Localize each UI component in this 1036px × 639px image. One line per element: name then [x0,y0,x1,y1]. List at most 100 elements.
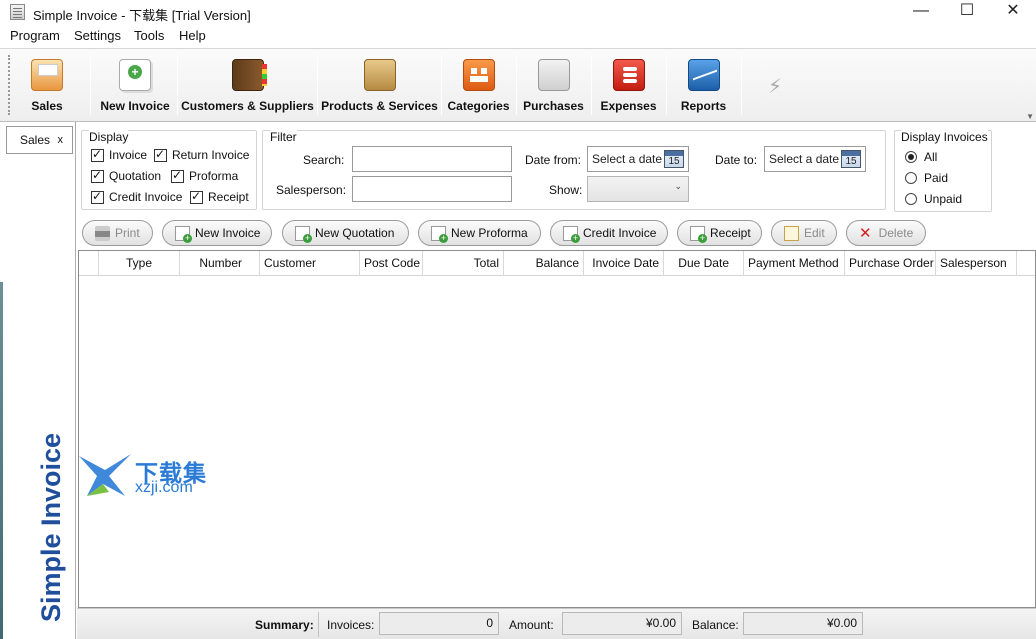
toolbar-new-invoice-label: New Invoice [100,99,170,113]
toolbar-separator [177,55,178,115]
menu-help[interactable]: Help [179,28,206,43]
filter-group: Filter Search: Salesperson: Date from: S… [262,130,886,210]
checkbox-return-invoice[interactable]: Return Invoice [154,147,250,162]
column-payment-method[interactable]: Payment Method [744,251,845,276]
left-panel: Sales x Simple Invoice [0,122,76,639]
menu-tools[interactable]: Tools [134,28,164,43]
checkbox-return-invoice-label: Return Invoice [172,148,250,162]
delete-label: Delete [878,226,914,240]
receipt-button[interactable]: Receipt [677,220,762,246]
radio-unpaid[interactable]: Unpaid [905,192,962,206]
radio-paid[interactable]: Paid [905,171,948,185]
toolbar-products-services-button[interactable]: Products & Services [321,53,438,117]
menu-settings[interactable]: Settings [74,28,121,43]
credit-invoice-label: Credit Invoice [583,226,657,240]
toolbar-categories-label: Categories [447,99,510,113]
radio-icon [905,193,917,205]
toolbar-overflow-icon[interactable]: ▼ [1026,112,1034,121]
checkbox-proforma[interactable]: Proforma [171,168,238,183]
maximize-button[interactable]: ☐ [944,0,990,24]
toolbar-new-invoice-button[interactable]: New Invoice [96,53,174,117]
summary-label: Summary: [255,618,314,632]
toolbar-sales-button[interactable]: Sales [14,53,80,117]
edit-button[interactable]: Edit [771,220,837,246]
toolbar-customers-label: Customers & Suppliers [181,99,314,113]
checkbox-receipt[interactable]: Receipt [190,189,249,204]
balance-value: ¥0.00 [743,612,863,635]
tab-sales-label: Sales [20,133,51,147]
column-invoice-date[interactable]: Invoice Date [584,251,664,276]
toolbar-separator [441,55,442,115]
radio-all[interactable]: All [905,150,937,164]
radio-unpaid-label: Unpaid [924,192,963,206]
toolbar-expenses-button[interactable]: Expenses [596,53,661,117]
add-document-icon [690,225,707,243]
toolbar-purchases-button[interactable]: Purchases [520,53,587,117]
toolbar-separator [516,55,517,115]
grid-header: Type Number Customer Post Code Total Bal… [79,251,1035,276]
salesperson-input[interactable] [352,176,512,202]
calendar-icon[interactable]: 15 [664,150,684,168]
new-quotation-label: New Quotation [315,226,395,240]
date-from-picker[interactable]: Select a date 15 [587,146,689,172]
search-label: Search: [303,153,345,167]
column-due-date[interactable]: Due Date [664,251,744,276]
watermark-url: xzji.com [135,479,193,496]
radio-paid-label: Paid [924,171,949,185]
toolbar-grip[interactable] [8,55,11,115]
checkbox-quotation[interactable]: Quotation [91,168,162,183]
coins-icon [612,59,645,91]
window-title: Simple Invoice - 下载集 [Trial Version] [33,8,251,23]
new-invoice-label: New Invoice [195,226,261,240]
search-input[interactable] [352,146,512,172]
invoice-grid[interactable]: Type Number Customer Post Code Total Bal… [78,250,1036,608]
display-legend: Display [89,130,129,144]
main-toolbar: Sales New Invoice Customers & Suppliers … [0,48,1036,122]
minimize-button[interactable]: — [898,0,944,24]
toolbar-separator [90,55,91,115]
column-type[interactable]: Type [99,251,180,276]
tab-sales[interactable]: Sales x [6,126,73,154]
show-dropdown[interactable]: ⌄ [587,176,689,202]
new-proforma-label: New Proforma [451,226,528,240]
calendar-icon[interactable]: 15 [841,150,861,168]
new-invoice-button[interactable]: New Invoice [162,220,272,246]
invoices-count-value: 0 [379,612,499,635]
column-balance[interactable]: Balance [504,251,584,276]
checkbox-quotation-label: Quotation [109,169,162,183]
column-total[interactable]: Total [423,251,504,276]
sales-icon [31,59,63,91]
sales-main-area: Display Invoice Return Invoice Quotation… [77,122,1036,639]
checkbox-invoice[interactable]: Invoice [91,147,147,162]
column-purchase-order[interactable]: Purchase Order [845,251,936,276]
edit-label: Edit [804,226,825,240]
new-quotation-button[interactable]: New Quotation [282,220,409,246]
delete-button[interactable]: ✕ Delete [846,220,926,246]
menu-program[interactable]: Program [10,28,60,43]
column-salesperson[interactable]: Salesperson [936,251,1017,276]
grid-row-header [79,251,99,276]
left-edge-strip [0,282,3,639]
vertical-logo: Simple Invoice [36,432,66,622]
column-post-code[interactable]: Post Code [360,251,423,276]
print-button[interactable]: Print [82,220,153,246]
column-number[interactable]: Number [180,251,260,276]
printer-icon [95,225,110,241]
date-to-picker[interactable]: Select a date 15 [764,146,866,172]
radio-icon [905,172,917,184]
checkbox-receipt-label: Receipt [208,190,249,204]
checkbox-credit-invoice[interactable]: Credit Invoice [91,189,182,204]
new-proforma-button[interactable]: New Proforma [418,220,541,246]
credit-invoice-button[interactable]: Credit Invoice [550,220,668,246]
date-to-value: Select a date [769,152,840,166]
close-button[interactable]: ✕ [990,0,1036,24]
toolbar-customers-suppliers-button[interactable]: Customers & Suppliers [181,53,314,117]
toolbar-reports-button[interactable]: Reports [671,53,736,117]
tab-close-icon[interactable]: x [58,134,64,146]
toolbar-categories-button[interactable]: Categories [445,53,512,117]
column-customer[interactable]: Customer [260,251,360,276]
receipt-label: Receipt [710,226,751,240]
add-document-icon [563,225,580,243]
box-icon [363,59,396,91]
toolbar-expenses-label: Expenses [600,99,657,113]
